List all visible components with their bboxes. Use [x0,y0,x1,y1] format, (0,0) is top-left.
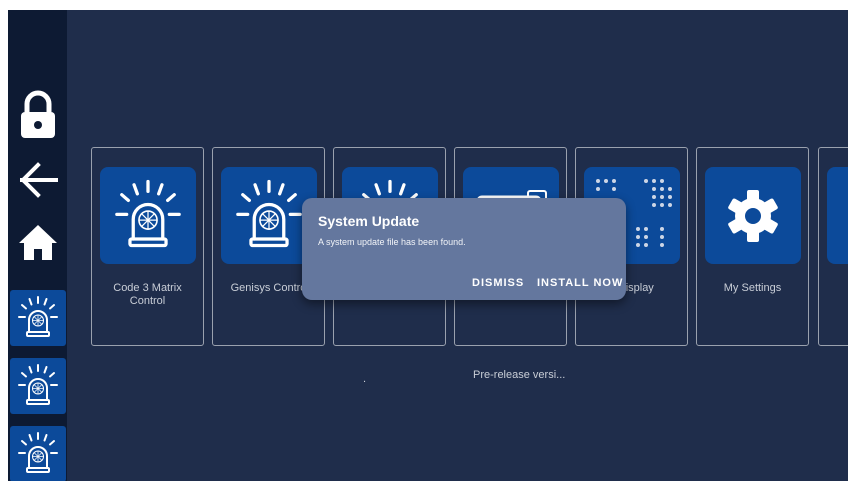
app-tile [705,167,801,264]
sidebar-app-tile[interactable] [10,358,66,414]
sidebar [8,10,67,481]
sidebar-app-tile[interactable] [10,426,66,481]
beacon-icon [13,293,63,343]
beacon-icon [228,175,310,257]
app-screen: Code 3 Matrix Control Genisys Contro x D… [8,10,848,481]
back-arrow-icon[interactable] [18,160,58,205]
app-label: My Settings [723,282,782,294]
dialog-title: System Update [318,213,420,229]
dialog-message: A system update file has been found. [318,237,466,247]
beacon-icon [13,429,63,479]
beacon-icon [107,175,189,257]
sidebar-app-tile[interactable] [10,290,66,346]
system-update-dialog: System Update A system update file has b… [302,198,626,300]
footer-dot: . [363,373,367,385]
app-tile [100,167,196,264]
home-icon[interactable] [18,222,58,267]
dismiss-button[interactable]: DISMISS [472,277,524,289]
beacon-icon [13,361,63,411]
gear-icon [728,189,778,242]
app-label: Code 3 Matrix Control [113,282,182,307]
version-text: Pre-release versi... [473,369,566,381]
app-card-code3-matrix[interactable]: Code 3 Matrix Control [91,147,204,346]
app-card-partial[interactable] [818,147,848,346]
install-now-button[interactable]: INSTALL NOW [537,277,623,289]
app-card-my-settings[interactable]: My Settings [696,147,809,346]
lock-icon[interactable] [18,90,58,145]
app-tile [827,167,848,264]
